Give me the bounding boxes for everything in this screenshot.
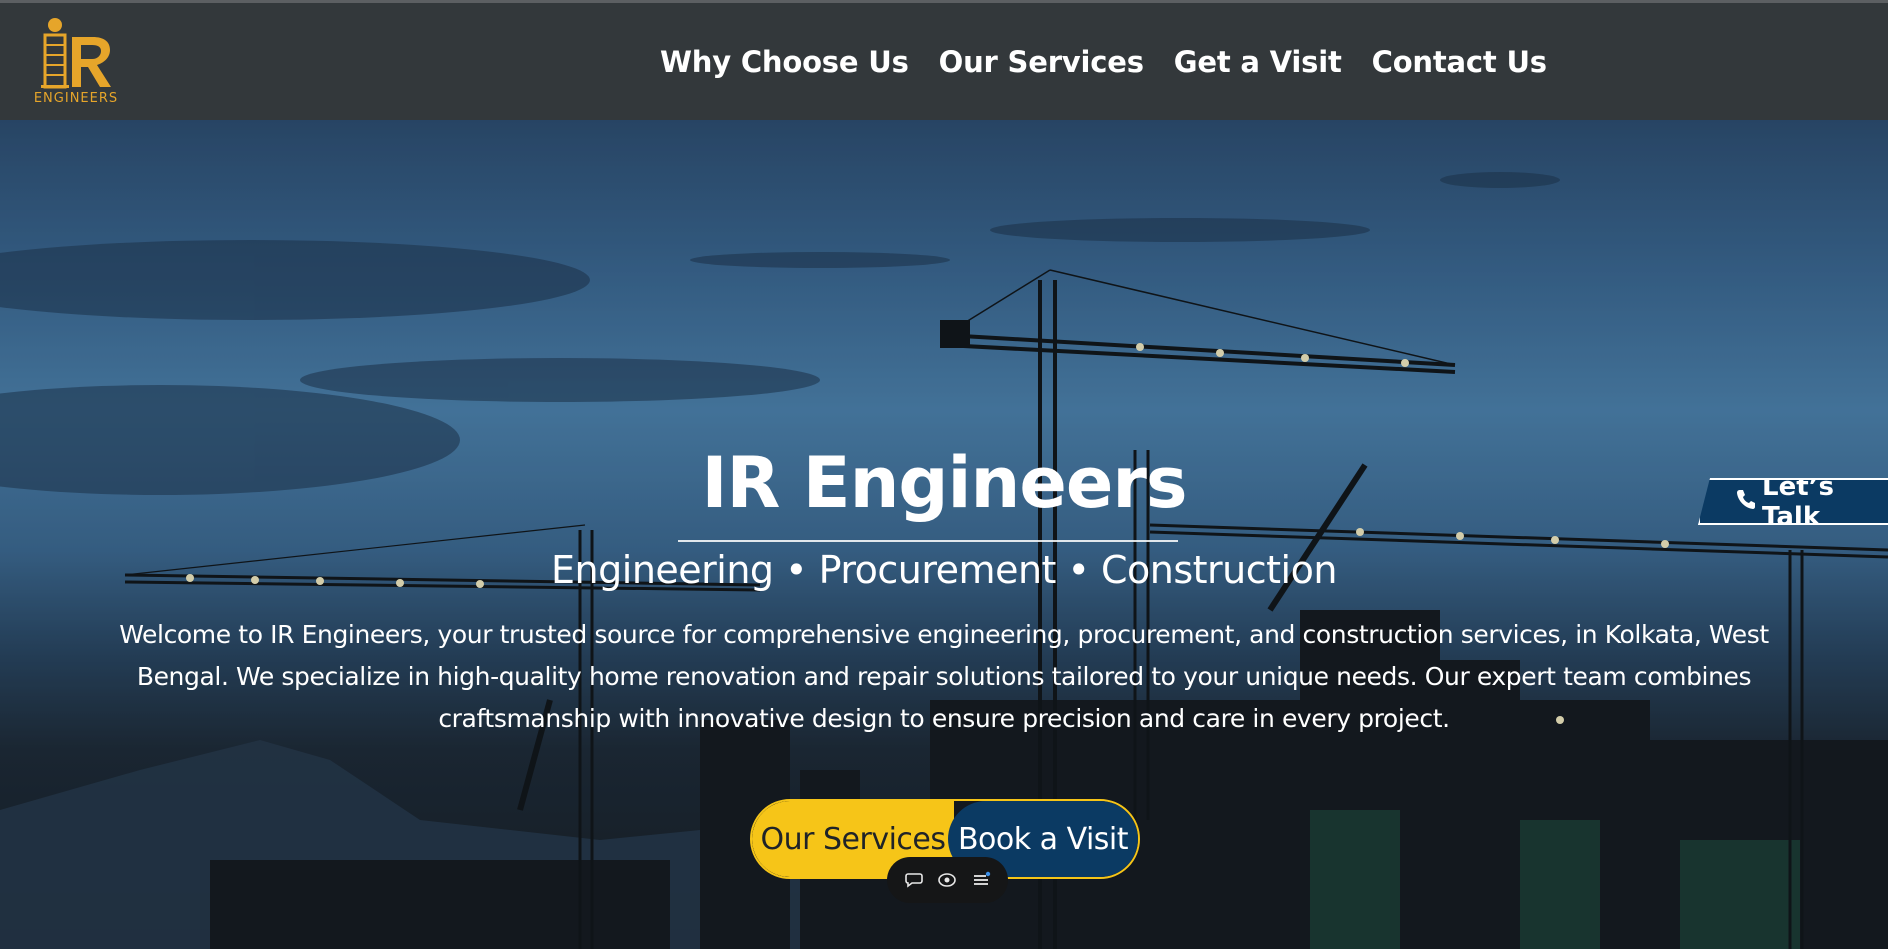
main-nav: Why Choose Us Our Services Get a Visit C… bbox=[660, 3, 1547, 120]
title-divider bbox=[678, 540, 1178, 542]
nav-get-a-visit[interactable]: Get a Visit bbox=[1174, 45, 1342, 79]
hero-section: IR Engineers Engineering • Procurement •… bbox=[0, 120, 1888, 949]
menu-icon[interactable] bbox=[969, 868, 993, 892]
hero-title: IR Engineers bbox=[701, 442, 1187, 524]
hero-description: Welcome to IR Engineers, your trusted so… bbox=[119, 620, 1769, 733]
logo-mark-icon bbox=[41, 18, 111, 89]
floating-toolbar bbox=[887, 857, 1008, 903]
phone-icon bbox=[1736, 487, 1756, 517]
logo-text: ENGINEERS bbox=[33, 91, 119, 106]
site-logo[interactable]: ENGINEERS bbox=[28, 15, 124, 111]
nav-our-services[interactable]: Our Services bbox=[939, 45, 1144, 79]
lets-talk-button[interactable]: Let’s Talk bbox=[1698, 478, 1888, 525]
site-header: ENGINEERS Why Choose Us Our Services Get… bbox=[0, 3, 1888, 120]
view-icon[interactable] bbox=[935, 868, 959, 892]
nav-why-choose-us[interactable]: Why Choose Us bbox=[660, 45, 909, 79]
chat-icon[interactable] bbox=[902, 868, 926, 892]
nav-contact-us[interactable]: Contact Us bbox=[1372, 45, 1547, 79]
hero-subtitle: Engineering • Procurement • Construction bbox=[551, 548, 1337, 592]
lets-talk-label: Let’s Talk bbox=[1762, 471, 1834, 532]
